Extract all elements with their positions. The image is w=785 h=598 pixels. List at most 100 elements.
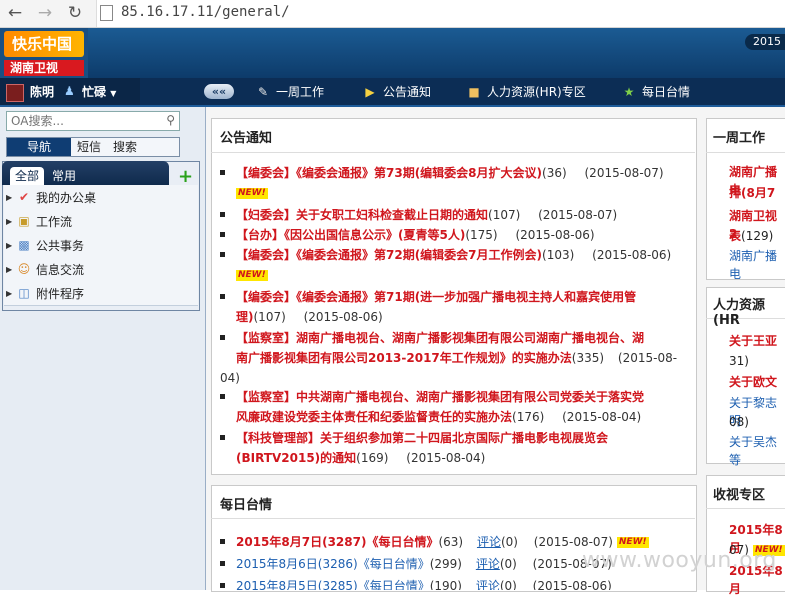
notice-date: (2015-08- [617,351,678,365]
new-badge: NEW! [616,537,649,548]
sidebar-item-info-exchange[interactable]: ▶ ☺ 信息交流 [4,257,198,282]
bullet-icon [220,435,225,440]
notice-title-cont[interactable]: 风廉政建设党委主体责任和纪委监督责任的实施办法 [236,410,512,424]
notice-item[interactable]: 【妇委会】关于女职工妇科检查截止日期的通知(107) (2015-08-07) [220,205,685,225]
daily-date: (2015-08-07) [533,535,613,549]
sidebar-item-public-affairs[interactable]: ▶ ▩ 公共事务 [4,233,198,258]
sidebar-item-label: 公共事务 [36,238,85,253]
notice-item[interactable]: 【编委会】《编委会通报》第72期(编辑委会7月工作例会)(103) (2015-… [220,245,685,285]
megaphone-icon: ▶ [365,84,375,99]
notice-date-cont: 04) [220,371,240,385]
daily-link[interactable]: 2015年8月7日(3287)《每日台情》 [236,535,438,549]
notice-item[interactable]: 【监察室】湖南广播电视台、湖南广播影视集团有限公司湖南广播电视台、湖 南广播影视… [220,328,685,388]
folder-users-icon: ■ [468,84,480,99]
notice-title[interactable]: 【编委会】《编委会通报》第71期(进一步加强广播电视主持人和嘉宾使用管 [236,290,636,304]
sidebar-item-label: 信息交流 [36,262,85,277]
comment-count: (0) [500,535,518,549]
back-arrow-icon[interactable]: ← [4,3,26,23]
sidebar-item-my-desk[interactable]: ▶ ✔ 我的办公桌 [4,185,198,210]
comment-link[interactable]: 评论 [476,557,500,571]
daily-count: (63) [438,535,464,549]
notice-date: (2015-08-06) [592,248,672,262]
site-header [0,28,785,78]
menu-label: 公告通知 [383,85,432,99]
edit-icon: ✎ [257,84,269,99]
hr-item[interactable]: 关于欧文 [729,373,777,391]
reload-icon[interactable]: ↻ [64,3,86,23]
notice-count: (107) [488,208,521,222]
avatar[interactable] [6,84,24,102]
status-dropdown[interactable]: 忙碌 ▼ [82,83,116,100]
menu-notices[interactable]: ▶ 公告通知 [363,83,431,100]
week-work-item[interactable]: 表 [729,229,741,243]
bullet-icon [220,583,225,588]
notice-title-cont[interactable]: 理) [236,310,254,324]
notices-title: 公告通知 [220,131,273,146]
menu-week-work[interactable]: ✎ 一周工作 [256,83,324,100]
menu-hr[interactable]: ■ 人力资源(HR)专区 [467,83,586,100]
attachment-icon: ◫ [18,286,30,300]
menu-label: 一周工作 [276,85,325,99]
daily-title: 每日台情 [220,498,273,513]
daily-count: (190) [429,579,462,590]
collapse-menu-button[interactable]: «« [204,84,234,99]
notice-title[interactable]: 【妇委会】关于女职工妇科检查截止日期的通知 [236,208,488,222]
user-name[interactable]: 陈明 [30,83,54,100]
notice-item[interactable]: 【台办】《因公出国信息公示》(夏青等5人)(175) (2015-08-06) [220,225,685,245]
comment-count: (0) [499,557,517,571]
notice-count: (36) [542,166,567,180]
status-label: 忙碌 [82,85,107,99]
subtab-all[interactable]: 全部 [10,167,45,185]
add-icon[interactable]: + [178,166,193,187]
notice-date: (2015-08-07) [538,208,618,222]
expand-arrow-icon: ▶ [6,216,13,226]
forward-arrow-icon[interactable]: → [34,3,56,23]
menu-label: 人力资源(HR)专区 [487,85,586,99]
daily-count: (299) [429,557,462,571]
tab-sms[interactable]: 短信 [73,138,105,156]
oa-search-box: ⚲ [6,111,180,131]
menu-daily[interactable]: ★ 每日台情 [622,83,690,100]
notice-title-cont[interactable]: (BIRTV2015)的通知 [236,451,356,465]
notice-item[interactable]: 【监察室】中共湖南广播电视台、湖南广播影视集团有限公司党委关于落实党 风廉政建设… [220,387,685,427]
search-icon[interactable]: ⚲ [166,113,175,127]
comment-link[interactable]: 评论 [476,579,500,590]
sidebar-item-attachments[interactable]: ▶ ◫ 附件程序 [4,281,198,306]
watermark: www.wooyun.org [582,548,777,573]
notice-title-cont[interactable]: 南广播影视集团有限公司2013-2017年工作规划》的实施办法 [236,351,572,365]
notice-count: (169) [356,451,389,465]
bullet-icon [220,394,225,399]
logo-hunan-tv: 湖南卫视 [4,60,84,76]
hr-item[interactable]: 关于王亚 [729,332,777,350]
notice-title[interactable]: 【监察室】中共湖南广播电视台、湖南广播影视集团有限公司党委关于落实党 [236,390,644,404]
daily-link[interactable]: 2015年8月6日(3286)《每日台情》 [236,557,430,571]
comment-link[interactable]: 评论 [477,535,501,549]
notice-title[interactable]: 【台办】《因公出国信息公示》(夏青等5人) [236,228,465,242]
notice-date: (2015-08-04) [562,410,642,424]
notice-date: (2015-08-06) [515,228,595,242]
week-work-item[interactable]: 湖南广播电 [729,247,785,283]
notice-item[interactable]: 【编委会】《编委会通报》第71期(进一步加强广播电视主持人和嘉宾使用管 理)(1… [220,287,685,327]
daily-link[interactable]: 2015年8月5日(3285)《每日台情》 [236,579,430,590]
url-text[interactable]: 85.16.17.11/general/ [121,4,290,20]
hr-item-meta: 31) [729,354,749,368]
notice-title[interactable]: 【科技管理部】关于组织参加第二十四届北京国际广播电影电视展览会 [236,431,608,445]
notice-title[interactable]: 【编委会】《编委会通报》第72期(编辑委会7月工作例会) [236,248,542,262]
expand-arrow-icon: ▶ [6,240,13,250]
notice-title[interactable]: 【编委会】《编委会通报》第73期(编辑委会8月扩大会议) [236,166,542,180]
bullet-icon [220,252,225,257]
tab-navigation[interactable]: 导航 [7,138,71,156]
daily-item[interactable]: 2015年8月5日(3285)《每日台情》(190) 评论(0) (2015-0… [220,576,685,590]
bullet-icon [220,294,225,299]
notice-title[interactable]: 【监察室】湖南广播电视台、湖南广播影视集团有限公司湖南广播电视台、湖 [236,331,644,345]
hr-item[interactable]: 关于吴杰等 [729,433,785,469]
tab-search[interactable]: 搜索 [107,138,143,156]
subtab-common[interactable]: 常用 [47,167,81,185]
oa-search-input[interactable] [7,112,161,130]
notice-item[interactable]: 【编委会】《编委会通报》第73期(编辑委会8月扩大会议)(36) (2015-0… [220,163,685,203]
sidebar-item-workflow[interactable]: ▶ ▣ 工作流 [4,209,198,234]
notice-item[interactable]: 【科技管理部】关于组织参加第二十四届北京国际广播电影电视展览会 (BIRTV20… [220,428,685,468]
sidebar-item-label: 附件程序 [36,286,85,301]
week-work-item[interactable]: 排(8月7 [729,184,775,202]
star-icon: ★ [623,84,635,99]
